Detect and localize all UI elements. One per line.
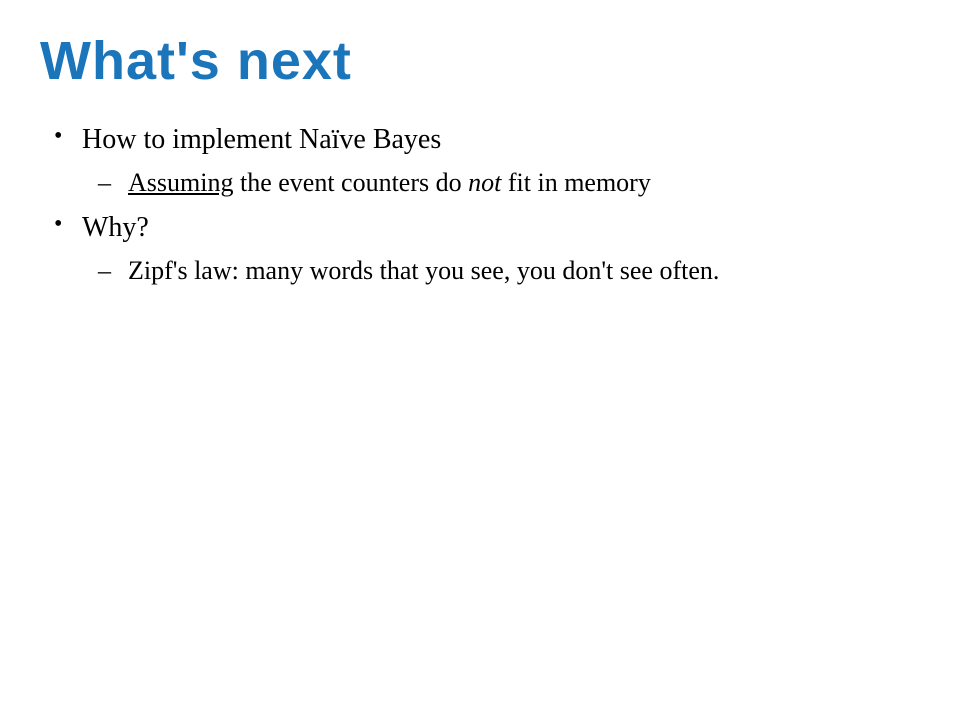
slide-title: What's next: [40, 30, 920, 92]
bullet-text-underlined: Assuming: [128, 168, 233, 197]
slide-container: What's next How to implement Naïve Bayes…: [0, 0, 960, 325]
bullet-text: Why?: [82, 212, 149, 243]
bullet-text-part: the event counters do: [233, 168, 468, 197]
bullet-level2: Assuming the event counters do not fit i…: [40, 165, 920, 201]
bullet-text: Zipf's law: many words that you see, you…: [128, 256, 719, 285]
bullet-level2: Zipf's law: many words that you see, you…: [40, 253, 920, 289]
bullet-text-italic: not: [468, 168, 501, 197]
bullet-text-part: fit in memory: [501, 168, 650, 197]
bullet-text: How to implement Naïve Bayes: [82, 124, 441, 155]
bullet-list: How to implement Naïve Bayes Assuming th…: [40, 120, 920, 289]
bullet-level1: Why?: [40, 208, 920, 247]
bullet-level1: How to implement Naïve Bayes: [40, 120, 920, 159]
